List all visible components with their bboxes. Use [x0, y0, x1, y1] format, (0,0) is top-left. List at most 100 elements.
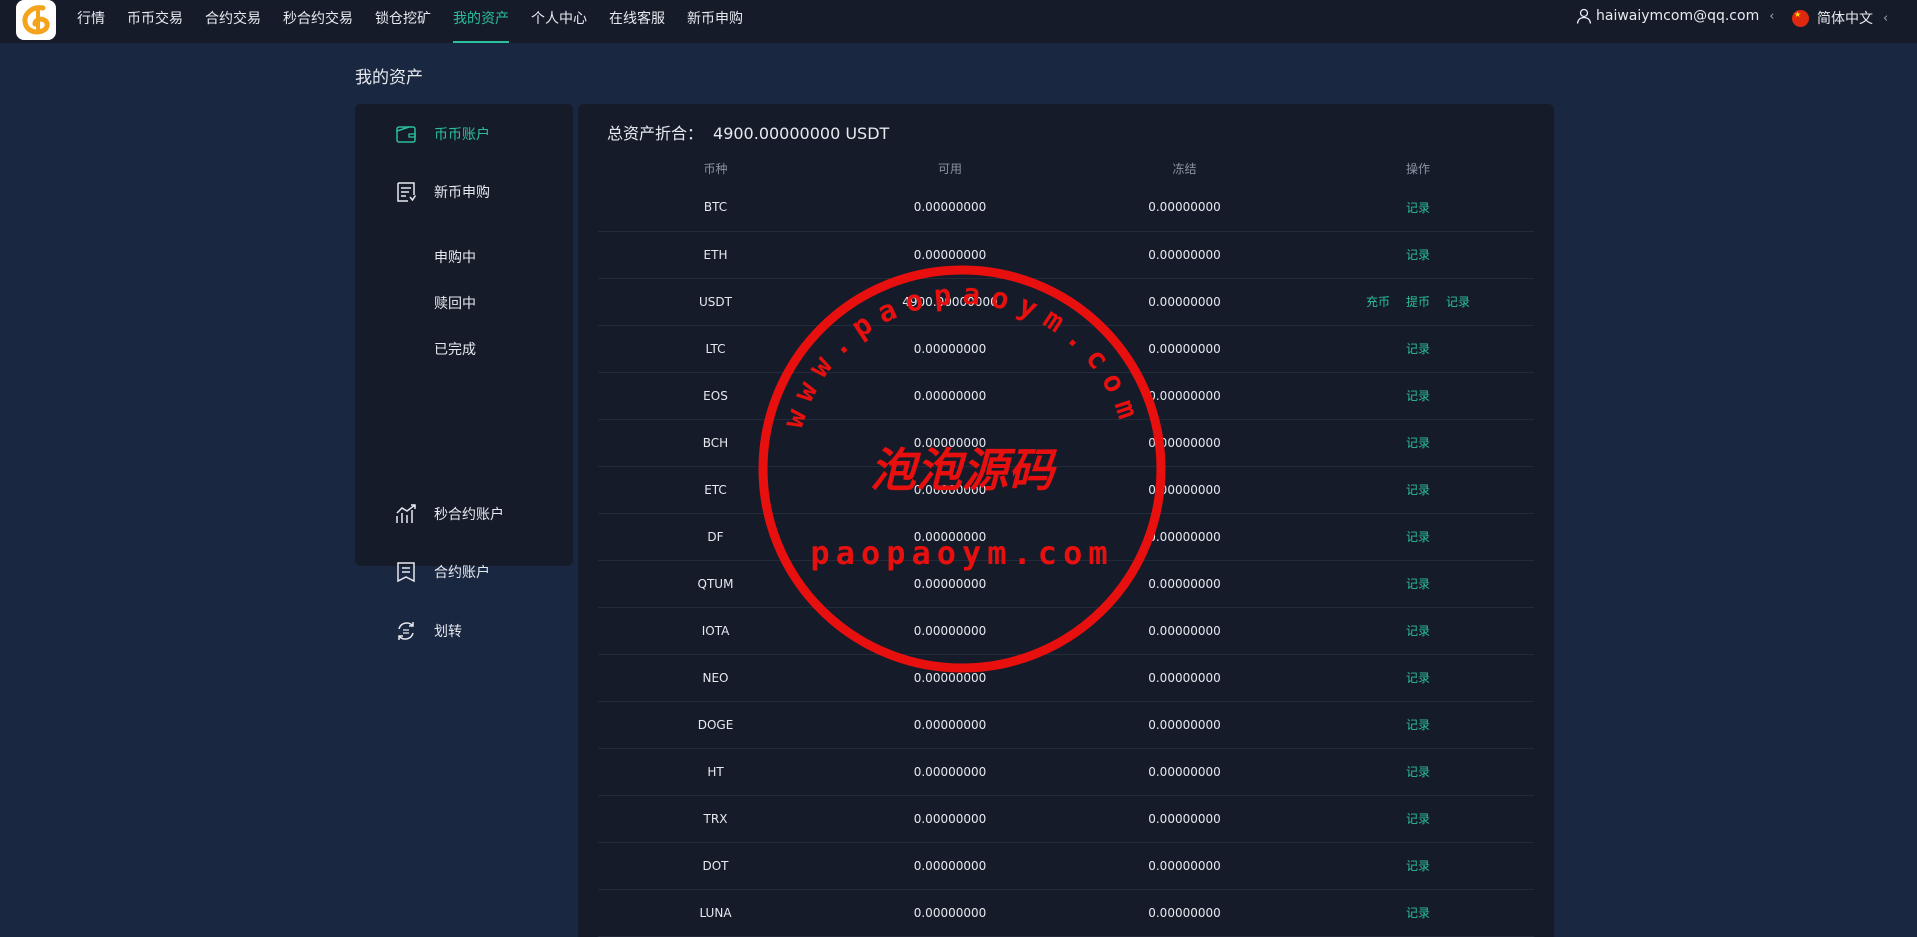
coin-cell: BCH — [598, 419, 833, 467]
coin-cell: ETH — [598, 231, 833, 279]
available-cell: 0.00000000 — [833, 889, 1067, 937]
record-link[interactable]: 记录 — [1406, 906, 1430, 920]
available-cell: 0.00000000 — [833, 560, 1067, 608]
record-link[interactable]: 记录 — [1406, 436, 1430, 450]
available-cell: 0.00000000 — [833, 466, 1067, 514]
assets-table: 币种 可用 冻结 操作 BTC 0.00000000 0.00000000 记录 ETH… — [598, 158, 1534, 937]
total-assets-value: 4900.00000000 USDT — [713, 124, 890, 143]
actions-cell: 记录 — [1302, 184, 1534, 232]
nav-item[interactable]: 行情 — [66, 0, 116, 43]
main-nav: 行情 币币交易 合约交易 秒合约交易 锁仓挖矿 我的资产 个人中心 在线客服 新币申购 — [66, 0, 754, 43]
frozen-cell: 0.00000000 — [1067, 748, 1302, 796]
frozen-cell: 0.00000000 — [1067, 795, 1302, 843]
available-cell: 0.00000000 — [833, 842, 1067, 890]
frozen-cell: 0.00000000 — [1067, 842, 1302, 890]
record-link[interactable]: 记录 — [1406, 530, 1430, 544]
table-row: LTC 0.00000000 0.00000000 记录 — [598, 325, 1534, 373]
actions-cell: 记录 — [1302, 325, 1534, 373]
wallet-icon — [396, 126, 416, 143]
column-header-coin: 币种 — [703, 162, 728, 176]
record-link[interactable]: 记录 — [1406, 483, 1430, 497]
nav-item[interactable]: 锁仓挖矿 — [364, 0, 442, 43]
actions-cell: 记录 — [1302, 654, 1534, 702]
record-link[interactable]: 记录 — [1406, 577, 1430, 591]
record-link[interactable]: 记录 — [1406, 718, 1430, 732]
record-link[interactable]: 记录 — [1406, 859, 1430, 873]
assets-panel: 总资产折合： 4900.00000000 USDT 币种 可用 冻结 操作 BTC… — [578, 104, 1554, 937]
frozen-cell: 0.00000000 — [1067, 419, 1302, 467]
coin-cell: ETC — [598, 466, 833, 514]
sidebar-item-transfer[interactable]: 划转 — [355, 611, 573, 651]
nav-item[interactable]: 秒合约交易 — [272, 0, 364, 43]
record-link[interactable]: 记录 — [1406, 201, 1430, 215]
table-row: USDT 4900.00000000 0.00000000 充币 提币 记录 — [598, 278, 1534, 326]
table-row: LUNA 0.00000000 0.00000000 记录 — [598, 889, 1534, 937]
table-row: TRX 0.00000000 0.00000000 记录 — [598, 795, 1534, 843]
nav-item[interactable]: 我的资产 — [442, 0, 520, 43]
coin-cell: EOS — [598, 372, 833, 420]
nav-item[interactable]: 新币申购 — [676, 0, 754, 43]
table-row: ETH 0.00000000 0.00000000 记录 — [598, 231, 1534, 279]
coin-cell: USDT — [598, 278, 833, 326]
coin-cell: DOT — [598, 842, 833, 890]
document-icon — [397, 562, 415, 583]
coin-cell: DOGE — [598, 701, 833, 749]
withdraw-link[interactable]: 提币 — [1406, 295, 1430, 309]
receipt-icon — [397, 182, 417, 202]
table-row: NEO 0.00000000 0.00000000 记录 — [598, 654, 1534, 702]
frozen-cell: 0.00000000 — [1067, 372, 1302, 420]
column-header-available: 可用 — [937, 162, 962, 176]
chevron-left-icon: ‹ — [1769, 8, 1775, 24]
actions-cell: 记录 — [1302, 842, 1534, 890]
sidebar-item-spot-account[interactable]: 币币账户 — [355, 114, 573, 154]
nav-item[interactable]: 在线客服 — [598, 0, 676, 43]
sidebar-item-label: 新币申购 — [434, 185, 490, 201]
nav-item[interactable]: 币币交易 — [116, 0, 194, 43]
available-cell: 0.00000000 — [833, 654, 1067, 702]
sidebar-item-second-contract[interactable]: 秒合约账户 — [355, 494, 573, 534]
actions-cell: 充币 提币 记录 — [1302, 278, 1534, 326]
record-link[interactable]: 记录 — [1406, 812, 1430, 826]
language-selector[interactable]: 简体中文 ‹ — [1792, 8, 1888, 28]
available-cell: 0.00000000 — [833, 748, 1067, 796]
frozen-cell: 0.00000000 — [1067, 607, 1302, 655]
coin-cell: LUNA — [598, 889, 833, 937]
sidebar-item-label: 币币账户 — [434, 127, 490, 143]
record-link[interactable]: 记录 — [1446, 295, 1470, 309]
frozen-cell: 0.00000000 — [1067, 466, 1302, 514]
language-label: 简体中文 — [1817, 11, 1873, 27]
actions-cell: 记录 — [1302, 372, 1534, 420]
frozen-cell: 0.00000000 — [1067, 701, 1302, 749]
column-header-actions: 操作 — [1405, 162, 1430, 176]
frozen-cell: 0.00000000 — [1067, 560, 1302, 608]
frozen-cell: 0.00000000 — [1067, 889, 1302, 937]
user-menu[interactable]: haiwaiymcom@qq.com ‹ — [1576, 8, 1774, 24]
available-cell: 0.00000000 — [833, 513, 1067, 561]
available-cell: 0.00000000 — [833, 325, 1067, 373]
actions-cell: 记录 — [1302, 513, 1534, 561]
deposit-link[interactable]: 充币 — [1366, 295, 1390, 309]
record-link[interactable]: 记录 — [1406, 342, 1430, 356]
record-link[interactable]: 记录 — [1406, 248, 1430, 262]
logo[interactable] — [16, 0, 56, 40]
sidebar-sub-item-subscribing[interactable]: 申购中 — [434, 247, 476, 267]
coin-cell: IOTA — [598, 607, 833, 655]
nav-item[interactable]: 合约交易 — [194, 0, 272, 43]
scrollbar[interactable] — [1902, 43, 1917, 937]
record-link[interactable]: 记录 — [1406, 671, 1430, 685]
record-link[interactable]: 记录 — [1406, 765, 1430, 779]
available-cell: 0.00000000 — [833, 795, 1067, 843]
record-link[interactable]: 记录 — [1406, 389, 1430, 403]
sidebar-item-contract[interactable]: 合约账户 — [355, 552, 573, 592]
available-cell: 0.00000000 — [833, 419, 1067, 467]
frozen-cell: 0.00000000 — [1067, 278, 1302, 326]
sidebar-sub-item-redeeming[interactable]: 赎回中 — [434, 293, 476, 313]
nav-item[interactable]: 个人中心 — [520, 0, 598, 43]
sidebar-item-label: 划转 — [434, 624, 462, 640]
table-row: HT 0.00000000 0.00000000 记录 — [598, 748, 1534, 796]
chart-icon — [396, 504, 416, 523]
user-icon — [1576, 8, 1592, 24]
sidebar-sub-item-completed[interactable]: 已完成 — [434, 339, 476, 359]
sidebar-item-new-coin[interactable]: 新币申购 — [355, 172, 573, 212]
record-link[interactable]: 记录 — [1406, 624, 1430, 638]
